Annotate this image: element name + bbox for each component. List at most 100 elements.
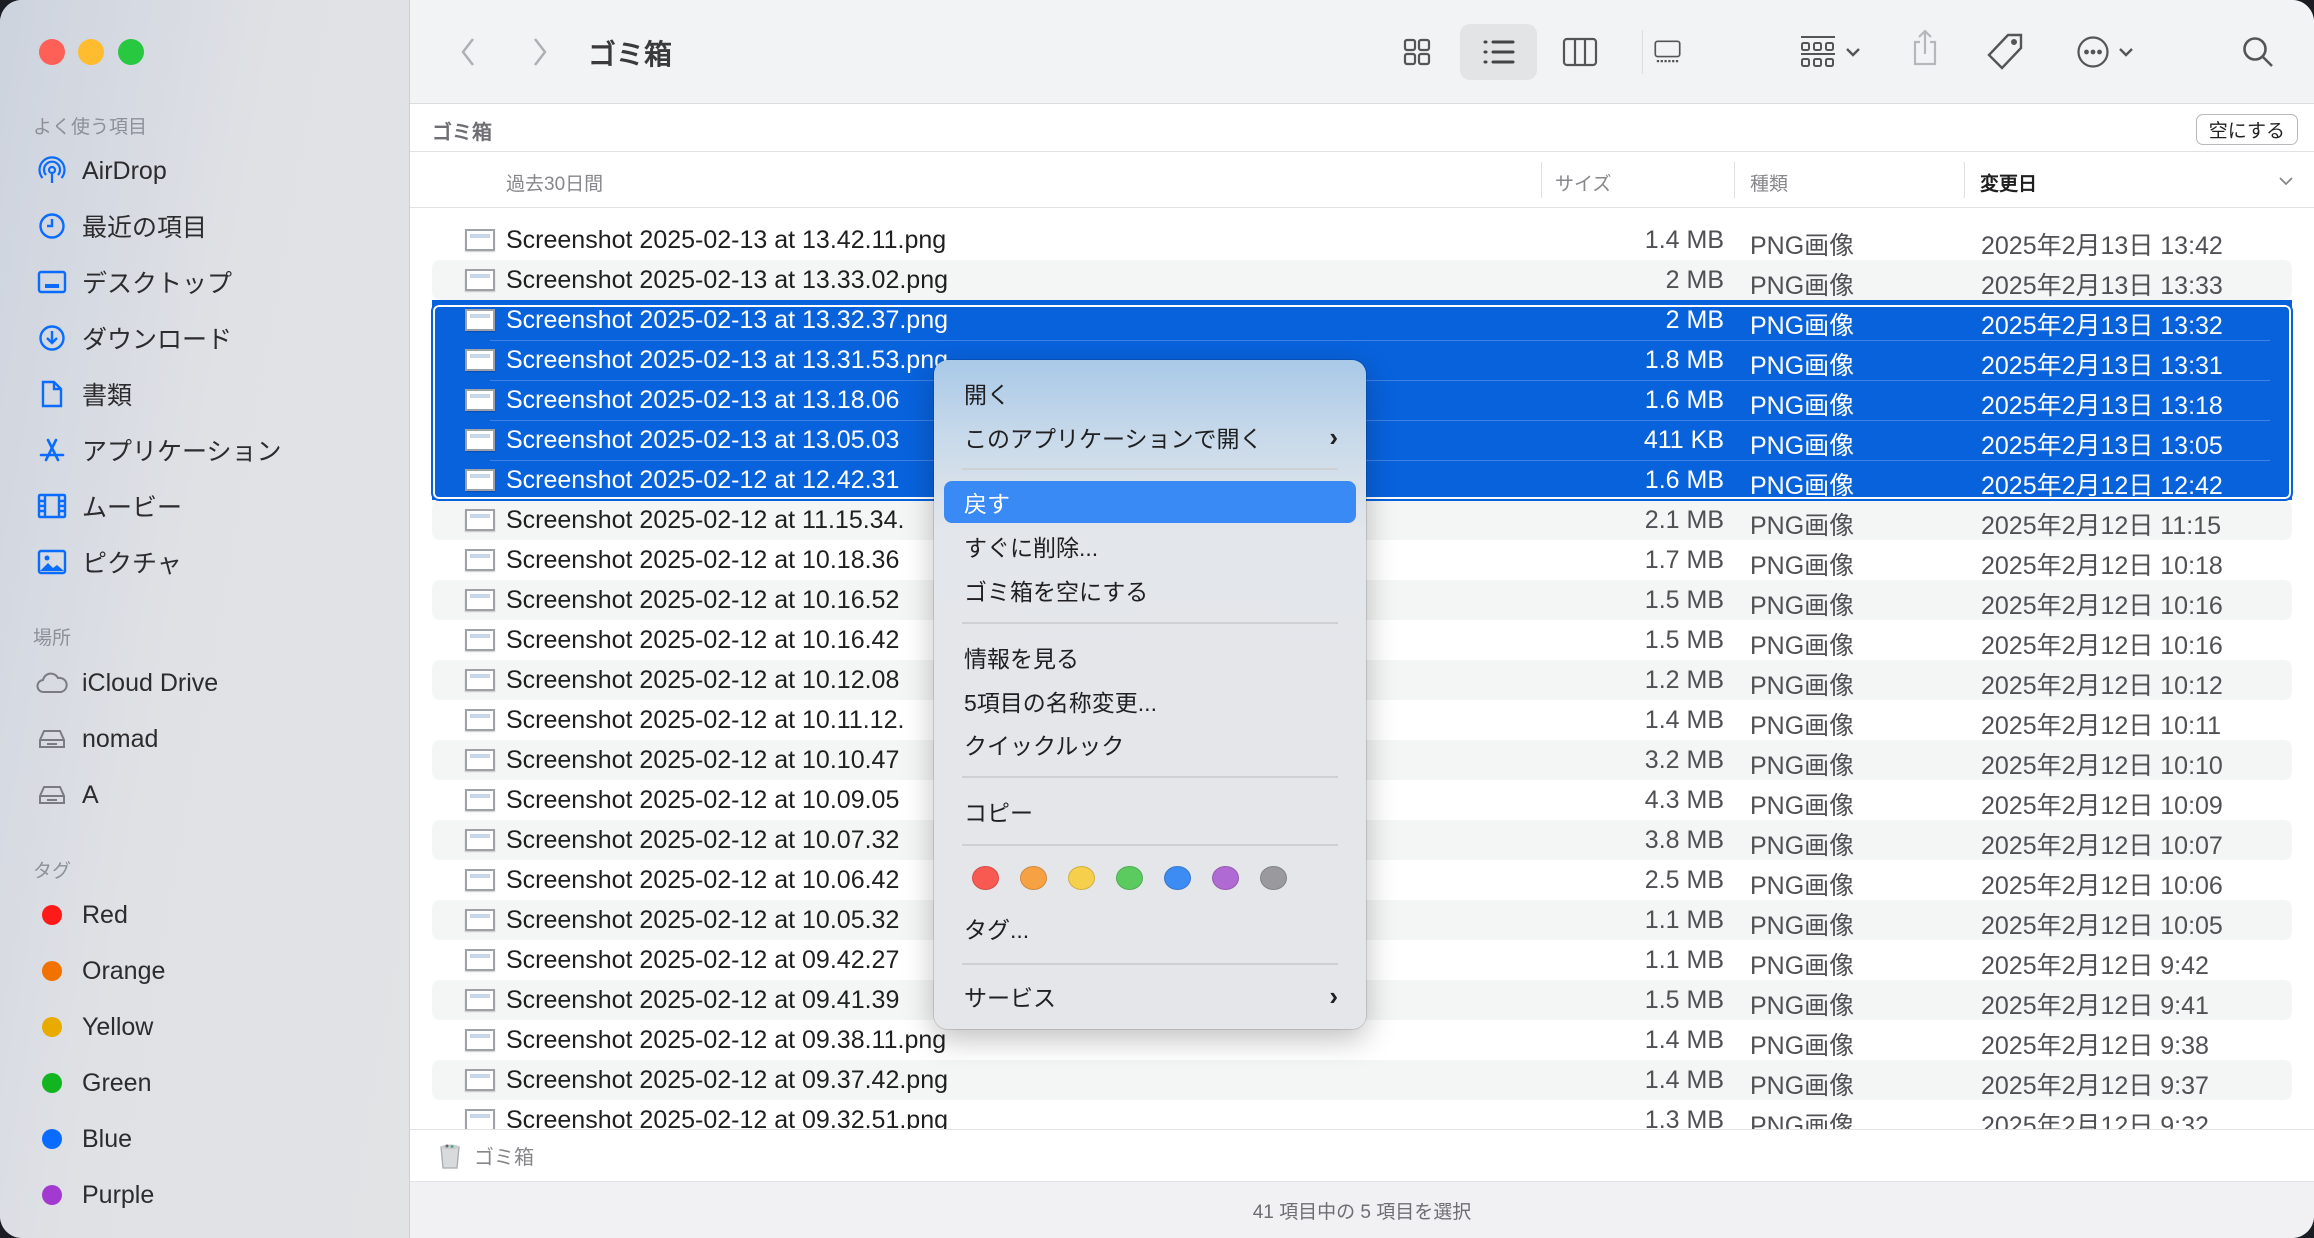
column-header: 過去30日間 サイズ 種類 変更日 [410, 152, 2314, 208]
column-view-button[interactable] [1562, 30, 1598, 74]
menu-item-label: コピー [964, 794, 1033, 828]
sidebar-tag-red[interactable]: Red [36, 895, 128, 935]
more-actions-button[interactable] [2070, 30, 2140, 74]
sidebar-tag-purple[interactable]: Purple [36, 1175, 154, 1215]
sidebar-item-pictures[interactable]: ピクチャ [36, 542, 182, 582]
tag-color-button[interactable] [1020, 866, 1047, 890]
gallery-view-button[interactable] [1642, 30, 1682, 74]
tag-color-button[interactable] [1164, 866, 1191, 890]
clock-icon [36, 210, 68, 242]
menu-item-delete-immediately[interactable]: すぐに削除... [944, 525, 1356, 567]
sidebar-item-movies[interactable]: ムービー [36, 486, 182, 526]
file-size: 3.8 MB [1645, 826, 1724, 855]
share-button[interactable] [1910, 26, 1940, 70]
menu-item-label: 開く [964, 376, 1010, 410]
file-date: 2025年2月12日 10:12 [1981, 666, 2223, 702]
tag-dot-icon [42, 1073, 62, 1093]
tag-color-button[interactable] [972, 866, 999, 890]
menu-item-label: 戻す [964, 485, 1010, 519]
path-bar-trash[interactable]: ゴミ箱 [474, 1141, 534, 1170]
list-view-button[interactable] [1460, 24, 1537, 80]
file-kind: PNG画像 [1750, 1066, 1854, 1102]
file-kind: PNG画像 [1750, 866, 1854, 902]
search-button[interactable] [2240, 30, 2276, 74]
file-name: Screenshot 2025-02-12 at 10.10.47 [506, 746, 899, 775]
back-button[interactable] [454, 30, 482, 74]
column-kind[interactable]: 種類 [1750, 169, 1788, 196]
menu-item-services[interactable]: サービス› [944, 975, 1356, 1017]
minimize-button[interactable] [78, 39, 104, 65]
menu-item-label: このアプリケーションで開く [964, 420, 1263, 454]
sidebar-item-documents[interactable]: 書類 [36, 374, 132, 414]
file-row[interactable]: Screenshot 2025-02-12 at 09.32.51.png1.3… [432, 1100, 2292, 1129]
file-size: 1.6 MB [1645, 466, 1724, 495]
file-row[interactable]: Screenshot 2025-02-13 at 13.42.11.png1.4… [432, 220, 2292, 260]
sidebar-tag-green[interactable]: Green [36, 1063, 151, 1103]
column-name[interactable]: 過去30日間 [506, 169, 603, 196]
file-name: Screenshot 2025-02-12 at 09.37.42.png [506, 1066, 948, 1095]
menu-item-put-back[interactable]: 戻す [944, 481, 1356, 523]
tag-color-button[interactable] [1212, 866, 1239, 890]
icon-view-button[interactable] [1400, 30, 1434, 74]
column-size[interactable]: サイズ [1555, 169, 1611, 196]
file-row[interactable]: Screenshot 2025-02-13 at 13.32.37.png2 M… [432, 300, 2292, 340]
column-divider[interactable] [1541, 162, 1542, 198]
row-separator [490, 420, 2270, 421]
file-date: 2025年2月13日 13:05 [1981, 426, 2223, 462]
menu-item-tags[interactable]: タグ... [944, 907, 1356, 949]
sidebar-item-label: AirDrop [82, 157, 167, 186]
file-date: 2025年2月12日 10:07 [1981, 826, 2223, 862]
file-date: 2025年2月12日 9:37 [1981, 1066, 2209, 1102]
sidebar-item-desktop[interactable]: デスクトップ [36, 262, 232, 302]
tag-color-button[interactable] [1260, 866, 1287, 890]
tag-color-button[interactable] [1116, 866, 1143, 890]
column-divider[interactable] [1734, 162, 1735, 198]
menu-item-copy[interactable]: コピー [944, 790, 1356, 832]
menu-item-rename[interactable]: 5項目の名称変更... [944, 680, 1356, 722]
menu-item-empty-trash[interactable]: ゴミ箱を空にする [944, 569, 1356, 611]
file-size: 4.3 MB [1645, 786, 1724, 815]
tag-color-button[interactable] [1068, 866, 1095, 890]
menu-item-open-with[interactable]: このアプリケーションで開く› [944, 416, 1356, 458]
sidebar-tag-orange[interactable]: Orange [36, 951, 165, 991]
sidebar-item-recents[interactable]: 最近の項目 [36, 206, 207, 246]
forward-button[interactable] [526, 30, 554, 74]
column-divider[interactable] [1964, 162, 1965, 198]
file-name: Screenshot 2025-02-12 at 09.32.51.png [506, 1106, 948, 1129]
sidebar-item-downloads[interactable]: ダウンロード [36, 318, 232, 358]
sidebar-tag-yellow[interactable]: Yellow [36, 1007, 153, 1047]
menu-item-open[interactable]: 開く [944, 372, 1356, 414]
sidebar-item-icloud-drive[interactable]: iCloud Drive [36, 663, 218, 703]
file-kind: PNG画像 [1750, 946, 1854, 982]
sidebar-item-label: アプリケーション [82, 432, 282, 468]
image-file-icon [465, 869, 495, 891]
sidebar-item-a[interactable]: A [36, 775, 99, 815]
file-size: 1.4 MB [1645, 706, 1724, 735]
sidebar-item-nomad[interactable]: nomad [36, 719, 158, 759]
sidebar-item-airdrop[interactable]: AirDrop [36, 151, 167, 191]
sidebar-item-applications[interactable]: アプリケーション [36, 430, 282, 470]
group-by-button[interactable] [1795, 30, 1865, 74]
sort-chevron-icon[interactable] [2278, 176, 2294, 186]
zoom-button[interactable] [118, 39, 144, 65]
file-row[interactable]: Screenshot 2025-02-12 at 09.38.11.png1.4… [432, 1020, 2292, 1060]
tag-dot-icon [42, 1185, 62, 1205]
file-size: 411 KB [1644, 426, 1724, 455]
image-file-icon [465, 269, 495, 291]
sidebar-tag-blue[interactable]: Blue [36, 1119, 132, 1159]
file-date: 2025年2月12日 10:18 [1981, 546, 2223, 582]
menu-item-quick-look[interactable]: クイックルック [944, 723, 1356, 765]
file-row[interactable]: Screenshot 2025-02-13 at 13.33.02.png2 M… [432, 260, 2292, 300]
file-row[interactable]: Screenshot 2025-02-12 at 09.37.42.png1.4… [432, 1060, 2292, 1100]
sidebar-item-label: Green [82, 1069, 151, 1098]
menu-item-get-info[interactable]: 情報を見る [944, 636, 1356, 678]
empty-trash-button[interactable]: 空にする [2196, 114, 2298, 145]
drive-icon [36, 779, 68, 811]
close-button[interactable] [39, 39, 65, 65]
tag-button[interactable] [1986, 30, 2026, 74]
sidebar-item-label: nomad [82, 725, 158, 754]
file-date: 2025年2月12日 9:42 [1981, 946, 2209, 982]
photo-icon [36, 546, 68, 578]
file-name: Screenshot 2025-02-12 at 10.07.32 [506, 826, 899, 855]
column-date-modified[interactable]: 変更日 [1980, 169, 2037, 196]
